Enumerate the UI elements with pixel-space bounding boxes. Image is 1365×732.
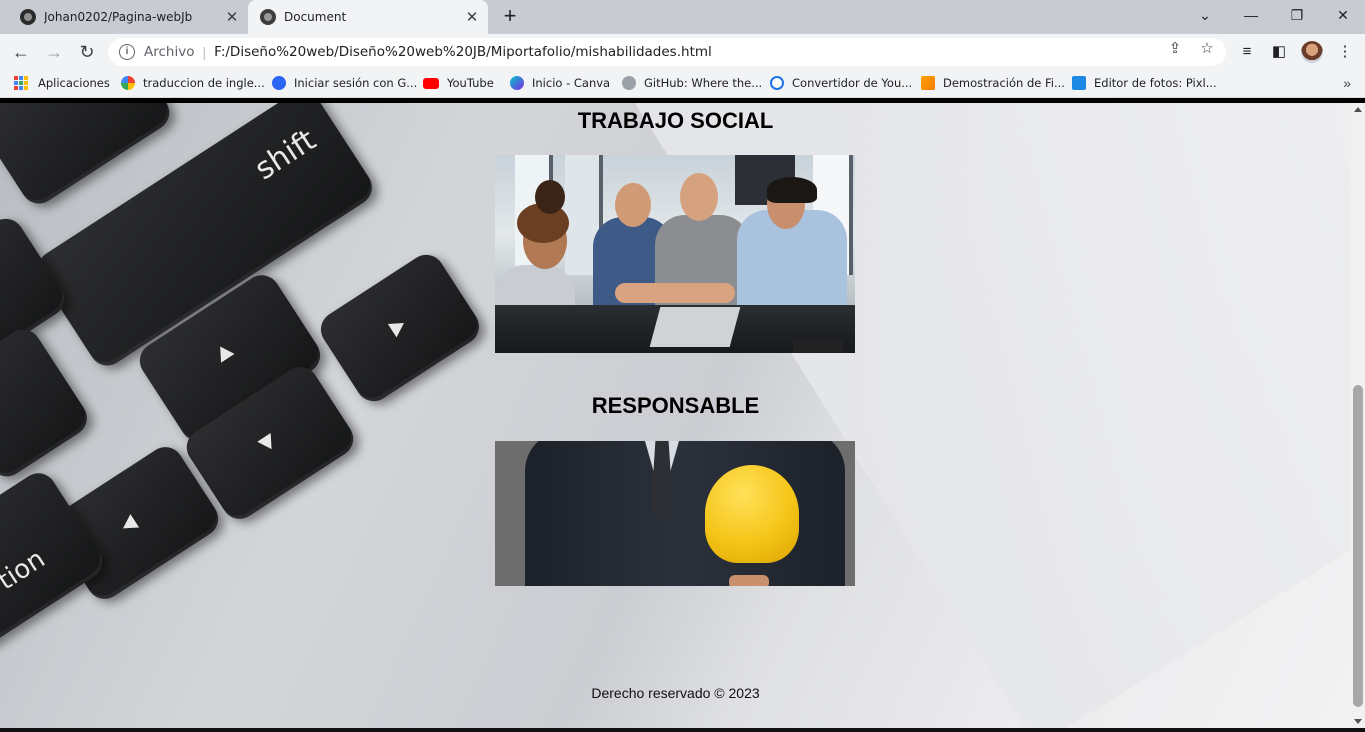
apps-grid-icon — [14, 76, 28, 90]
bookmark-label: Iniciar sesión con G... — [294, 76, 418, 90]
tab-title: Document — [284, 10, 347, 24]
bookmark-label: Editor de fotos: Pixl... — [1094, 76, 1217, 90]
youtube-icon — [423, 77, 439, 89]
github-icon — [20, 9, 36, 25]
helmet-shape — [705, 465, 799, 563]
profile-avatar[interactable] — [1301, 41, 1323, 63]
footer-copyright: Derecho reservado © 2023 — [591, 685, 760, 701]
forward-arrow-icon[interactable]: → — [41, 39, 67, 65]
download-icon — [770, 76, 784, 90]
section-heading-trabajo-social: TRABAJO SOCIAL — [577, 108, 774, 133]
zoho-icon — [272, 76, 286, 90]
canva-icon — [510, 76, 524, 90]
bookmark-traduccion[interactable]: traduccion de ingle... — [121, 76, 265, 90]
option-key-label: tion — [0, 544, 51, 597]
address-url[interactable]: F:/Diseño%20web/Diseño%20web%20JB/Miport… — [214, 44, 712, 60]
side-panel-icon[interactable]: ◧ — [1270, 43, 1288, 61]
google-icon — [121, 76, 135, 90]
taskbar-edge — [0, 728, 1365, 732]
bookmark-label: GitHub: Where the... — [644, 76, 763, 90]
bookmark-star-icon[interactable]: ☆ — [1198, 40, 1216, 58]
bookmarks-bar: Aplicaciones traduccion de ingle... Inic… — [0, 70, 1365, 98]
bookmark-convertidor[interactable]: Convertidor de You... — [770, 76, 912, 90]
bookmark-pixlr[interactable]: Editor de fotos: Pixl... — [1072, 76, 1217, 90]
back-arrow-icon[interactable]: ← — [8, 39, 34, 65]
bookmarks-overflow-icon[interactable]: » — [1343, 75, 1351, 91]
bookmark-github[interactable]: GitHub: Where the... — [622, 76, 762, 90]
pixlr-icon — [1072, 76, 1086, 90]
section-heading-responsable: RESPONSABLE — [591, 393, 760, 418]
address-separator: | — [202, 44, 207, 60]
github-icon — [622, 76, 636, 90]
bookmark-canva[interactable]: Inicio - Canva — [510, 76, 610, 90]
tab-search-chevron-icon[interactable]: ⌄ — [1182, 0, 1228, 30]
scrollbar-thumb[interactable] — [1353, 385, 1363, 707]
bookmark-aplicaciones[interactable]: Aplicaciones — [14, 76, 110, 90]
page-viewport: shift tion TRABAJO SOCIAL RESPONSABLE De… — [0, 103, 1351, 728]
browser-toolbar: ← → ↻ i Archivo | F:/Diseño%20web/Diseño… — [0, 34, 1365, 70]
bookmark-label: traduccion de ingle... — [143, 76, 265, 90]
close-tab-icon[interactable]: ✕ — [222, 8, 242, 26]
bookmark-label: YouTube — [447, 76, 494, 90]
minimize-button[interactable]: — — [1228, 0, 1274, 30]
tab-strip: Johan0202/Pagina-webJb ✕ Document ✕ + ⌄ … — [0, 0, 1365, 34]
team-hands-photo — [495, 155, 855, 353]
bookmark-label: Convertidor de You... — [792, 76, 913, 90]
tab-title: Johan0202/Pagina-webJb — [44, 10, 193, 24]
share-icon[interactable]: ⇪ — [1166, 40, 1184, 58]
address-bar[interactable]: i Archivo | F:/Diseño%20web/Diseño%20web… — [108, 38, 1226, 66]
tab-document[interactable]: Document ✕ — [248, 0, 488, 34]
close-tab-icon[interactable]: ✕ — [462, 8, 482, 26]
address-scheme-label: Archivo — [144, 44, 195, 60]
scroll-up-arrow-icon[interactable] — [1354, 107, 1362, 112]
close-window-button[interactable]: ✕ — [1320, 0, 1365, 30]
bookmark-label: Inicio - Canva — [532, 76, 611, 90]
bookmark-label: Demostración de Fi... — [943, 76, 1065, 90]
reading-list-icon[interactable]: ≡ — [1238, 43, 1256, 61]
bookmark-iniciar-sesion[interactable]: Iniciar sesión con G... — [272, 76, 417, 90]
scroll-down-arrow-icon[interactable] — [1354, 719, 1362, 724]
reload-icon[interactable]: ↻ — [74, 39, 100, 65]
restore-button[interactable]: ❐ — [1274, 0, 1320, 30]
new-tab-button[interactable]: + — [498, 5, 522, 29]
firebase-icon — [921, 76, 935, 90]
bookmark-label: Aplicaciones — [38, 76, 110, 90]
businessman-helmet-photo — [495, 441, 855, 586]
bookmark-youtube[interactable]: YouTube — [423, 76, 494, 90]
menu-dots-icon[interactable]: ⋮ — [1336, 43, 1354, 61]
bookmark-demostracion[interactable]: Demostración de Fi... — [921, 76, 1065, 90]
vertical-scrollbar[interactable] — [1351, 103, 1365, 728]
info-icon[interactable]: i — [119, 44, 135, 60]
tab-pagina-webjb[interactable]: Johan0202/Pagina-webJb ✕ — [8, 0, 248, 34]
globe-icon — [260, 9, 276, 25]
